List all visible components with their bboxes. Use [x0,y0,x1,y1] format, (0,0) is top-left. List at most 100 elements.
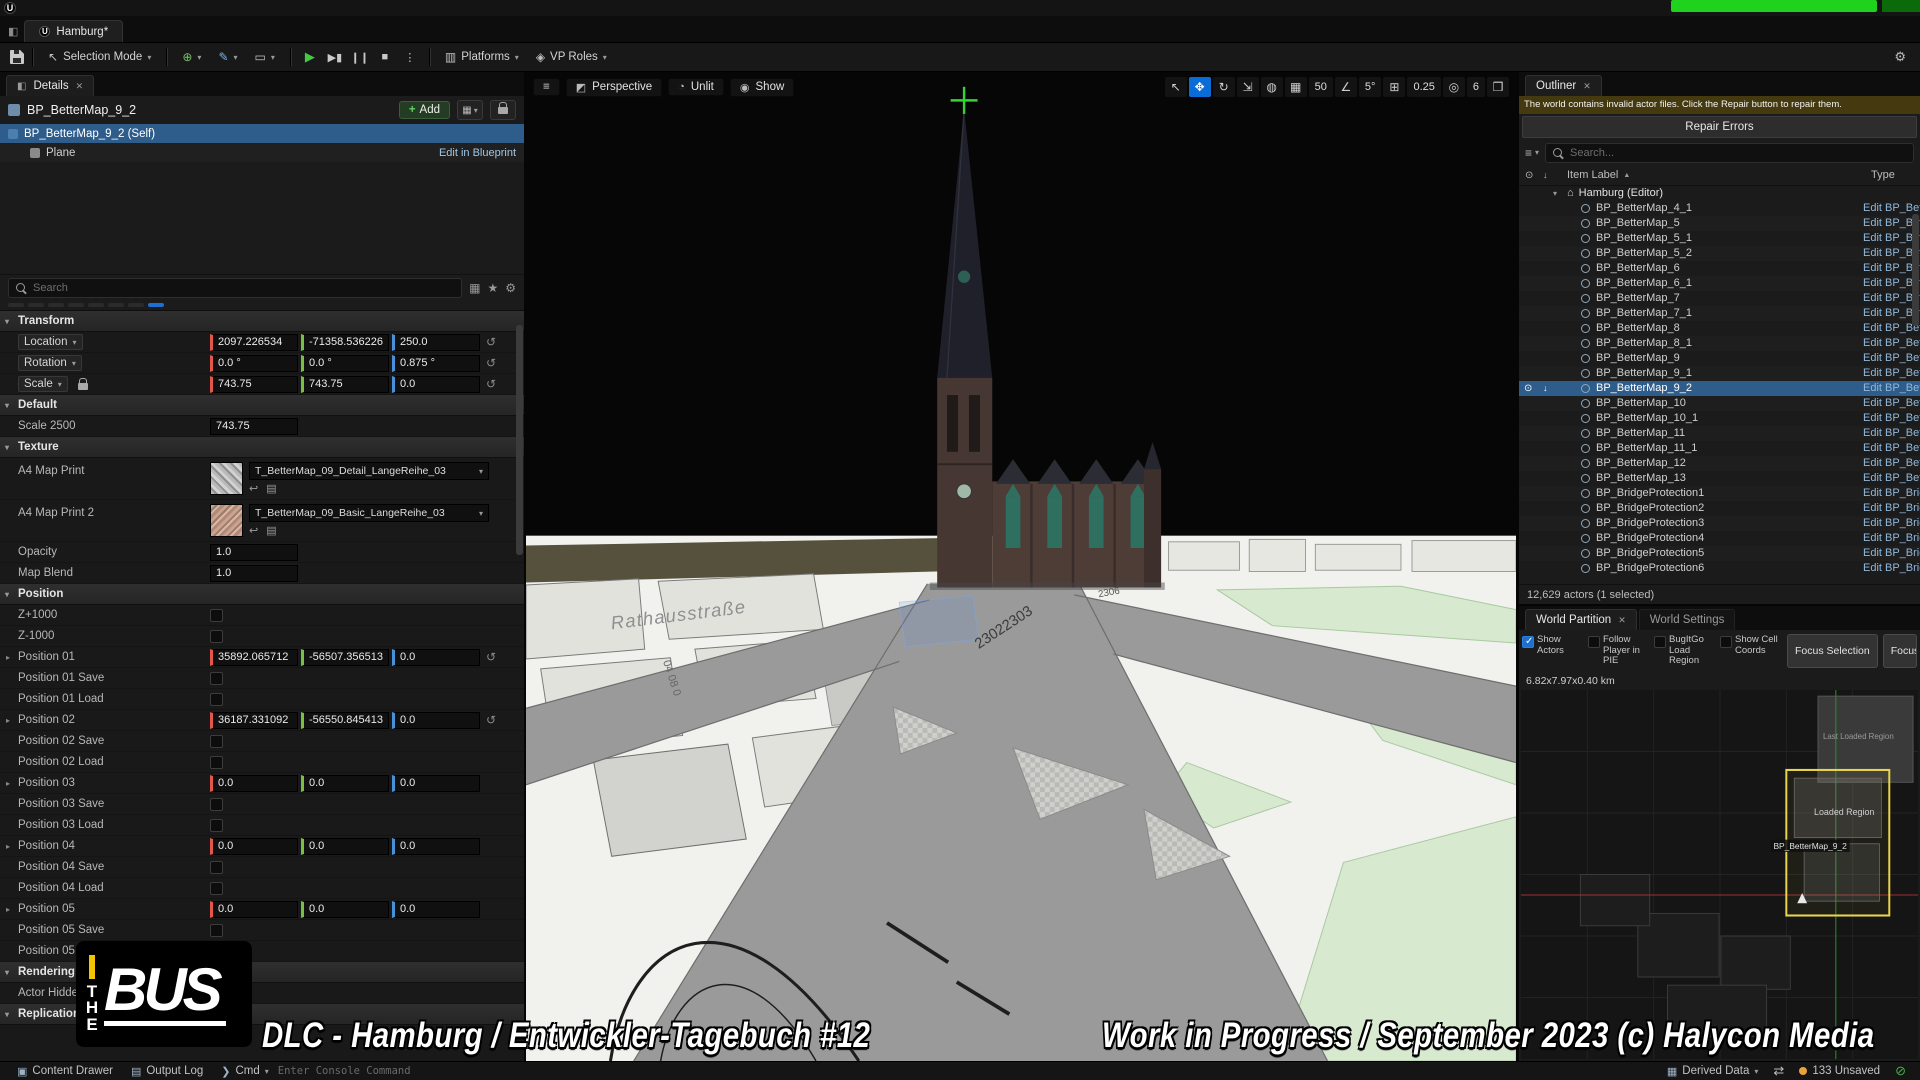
show-flags-button[interactable]: ◉ Show [730,78,794,97]
y-field[interactable]: 0.0 [301,901,389,918]
filter-tab[interactable] [88,303,104,307]
edit-blueprint-link[interactable]: Edit BP_Brid [1863,517,1920,529]
type-column[interactable]: Type [1871,169,1895,181]
unreal-logo-icon[interactable]: U [4,2,16,14]
outliner-row[interactable]: ⊙ ↓ BP_BetterMap_5 Edit BP_Bett [1519,216,1920,231]
checkbox[interactable] [210,672,223,685]
cinematics-button[interactable]: ▭ ▾ [248,47,282,67]
browse-to-asset-icon[interactable]: ▤ [266,524,276,537]
y-field[interactable]: 0.0 ° [301,355,389,372]
close-icon[interactable]: ✕ [76,81,84,92]
grid-snap-value[interactable]: 50 [1309,77,1333,97]
edit-blueprint-link[interactable]: Edit BP_Brid [1863,562,1920,574]
outliner-row[interactable]: ⊙ ↓ BP_BetterMap_4_1 Edit BP_Bett [1519,201,1920,216]
eye-icon[interactable]: ⊙ [1524,383,1532,394]
settings-icon[interactable]: ⚙ [1888,49,1912,65]
section-texture[interactable]: Texture [0,437,524,458]
edit-blueprint-link[interactable]: Edit BP_Bett [1863,442,1920,454]
reset-to-default-icon[interactable]: ↺ [486,713,496,727]
y-field[interactable]: -56507.356513 [301,649,389,666]
edit-blueprint-link[interactable]: Edit BP_Bett [1863,217,1920,229]
scale-snap-value[interactable]: 0.25 [1407,77,1440,97]
edit-blueprint-link[interactable]: Edit BP_Bett [1863,427,1920,439]
outliner-row[interactable]: ⊙ ↓ BP_BetterMap_6 Edit BP_Bett [1519,261,1920,276]
select-tool-icon[interactable]: ↖ [1165,77,1187,97]
stop-button[interactable]: ■ [374,51,396,63]
component-row-self[interactable]: BP_BetterMap_9_2 (Self) [0,124,524,143]
menu-item[interactable] [64,7,78,9]
item-label-column[interactable]: Item Label▲ [1567,169,1630,181]
edit-blueprint-link[interactable]: Edit BP_Bett [1863,397,1920,409]
checkbox[interactable] [210,798,223,811]
checkbox[interactable] [210,819,223,832]
output-log-button[interactable]: ▤ Output Log [122,1065,212,1078]
menu-item[interactable] [50,7,64,9]
outliner-row[interactable]: ⊙ ↓ BP_BridgeProtection2 Edit BP_Brid [1519,501,1920,516]
edit-blueprint-link[interactable]: Edit BP_Bett [1863,472,1920,484]
outliner-row[interactable]: ⊙ ↓ BP_BetterMap_9_1 Edit BP_Bett [1519,366,1920,381]
menu-item[interactable] [134,7,148,9]
x-field[interactable]: 35892.065712 [210,649,298,666]
move-tool-icon[interactable]: ✥ [1189,77,1211,97]
asset-picker-dropdown[interactable]: T_BetterMap_09_Detail_LangeReihe_03 ▾ [249,462,489,480]
skip-frame-button[interactable]: ▶▮ [324,51,346,64]
outliner-row[interactable]: ⊙ ↓ BP_BetterMap_8 Edit BP_Bett [1519,321,1920,336]
level-tab-hamburg[interactable]: U Hamburg* [24,20,123,42]
browse-to-asset-icon[interactable]: ▤ [266,482,276,495]
outliner-row[interactable]: ⊙ ↓ BP_BetterMap_6_1 Edit BP_Bett [1519,276,1920,291]
reset-to-default-icon[interactable]: ↺ [486,335,496,349]
outliner-row[interactable]: ⊙ ↓ BP_BridgeProtection1 Edit BP_Brid [1519,486,1920,501]
y-field[interactable]: -56550.845413 [301,712,389,729]
section-transform[interactable]: Transform [0,311,524,332]
y-field[interactable]: 0.0 [301,838,389,855]
edit-blueprint-link[interactable]: Edit BP_Bett [1863,337,1920,349]
checkbox[interactable] [210,924,223,937]
x-field[interactable]: 0.0 [210,838,298,855]
pause-button[interactable]: ❙❙ [349,51,371,64]
checkbox[interactable] [1654,636,1666,648]
outliner-row[interactable]: ⊙ ↓ BP_BridgeProtection4 Edit BP_Brid [1519,531,1920,546]
repair-errors-button[interactable]: Repair Errors [1522,116,1917,138]
z-field[interactable]: 0.0 [392,649,480,666]
outliner-row[interactable]: ⊙ ↓ BP_BetterMap_5_1 Edit BP_Bett [1519,231,1920,246]
save-icon[interactable] [10,50,24,64]
transform-type-dropdown[interactable]: Scale ▾ [18,376,68,392]
edit-blueprint-link[interactable]: Edit BP_Brid [1863,547,1920,559]
play-button[interactable]: ▶ [299,49,321,65]
x-field[interactable]: 743.75 [210,376,298,393]
tab-details[interactable]: ◧ Details ✕ [6,75,94,96]
revision-control-icon[interactable]: ⊘ [1889,1063,1912,1079]
tab-world-partition[interactable]: World Partition ✕ [1525,609,1637,630]
x-field[interactable]: 0.0 ° [210,355,298,372]
rotation-snap-icon[interactable]: ∠ [1335,77,1357,97]
content-drawer-button[interactable]: ▣ Content Drawer [8,1065,122,1078]
z-field[interactable]: 0.0 [392,376,480,393]
checkbox[interactable] [210,609,223,622]
filter-tab[interactable] [108,303,124,307]
perspective-button[interactable]: ◩ Perspective [566,78,663,97]
opacity-field[interactable]: 1.0 [210,544,298,561]
outliner-row[interactable]: ⊙ ↓ BP_BridgeProtection6 Edit BP_Brid [1519,561,1920,576]
grid-view-icon[interactable]: ▦ [469,281,480,295]
collapse-icon[interactable]: ▾ [1553,189,1557,198]
add-component-button[interactable]: + Add [399,101,450,119]
checkbox[interactable] [210,756,223,769]
scale-snap-icon[interactable]: ⊞ [1383,77,1405,97]
outliner-row[interactable]: ⊙ ↓ BP_BetterMap_5_2 Edit BP_Bett [1519,246,1920,261]
unsaved-button[interactable]: 133 Unsaved [1790,1065,1889,1077]
x-field[interactable]: 36187.331092 [210,712,298,729]
scale2500-field[interactable]: 743.75 [210,418,298,435]
x-field[interactable]: 2097.226534 [210,334,298,351]
outliner-row[interactable]: ⊙ ↓ BP_BetterMap_11_1 Edit BP_Bett [1519,441,1920,456]
edit-blueprint-link[interactable]: Edit BP_Bett [1863,202,1920,214]
derived-data-button[interactable]: ▦ Derived Data ▾ [1658,1065,1768,1078]
favorites-icon[interactable]: ★ [487,281,498,295]
z-field[interactable]: 0.0 [392,901,480,918]
outliner-row[interactable]: ⊙ ↓ BP_BetterMap_7_1 Edit BP_Bett [1519,306,1920,321]
play-options-icon[interactable]: ⋮ [399,51,421,64]
outliner-row[interactable]: ⊙ ↓ BP_BridgeProtection5 Edit BP_Brid [1519,546,1920,561]
edit-blueprint-link[interactable]: Edit BP_Brid [1863,487,1920,499]
menu-item[interactable] [78,7,92,9]
edit-blueprint-link[interactable]: Edit BP_Bett [1863,247,1920,259]
edit-blueprint-link[interactable]: Edit BP_Bett [1863,457,1920,469]
